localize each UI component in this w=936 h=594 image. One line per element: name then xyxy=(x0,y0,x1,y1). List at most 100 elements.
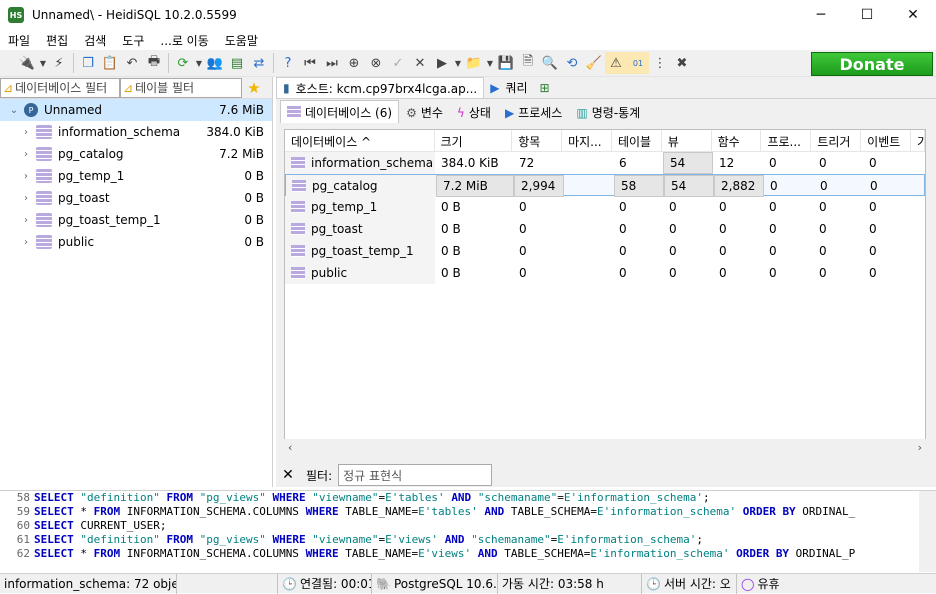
cancel-icon[interactable]: ✕ xyxy=(409,52,431,74)
open-folder-icon[interactable]: 📁 xyxy=(463,52,485,74)
table-row[interactable]: information_schema 384.0 KiB 72 6 54 12 0 0 0 xyxy=(285,152,925,174)
user-manager-icon[interactable]: 👥 xyxy=(204,52,226,74)
tree-item-database[interactable]: › pg_toast 0 B xyxy=(0,187,272,209)
grid-cell[interactable]: 0 xyxy=(513,196,563,218)
grid-cell[interactable] xyxy=(563,152,613,174)
database-name-cell[interactable]: pg_toast xyxy=(285,218,435,240)
find-icon[interactable]: 🔍 xyxy=(539,52,561,74)
add-record-icon[interactable]: ⊕ xyxy=(343,52,365,74)
table-filter-input[interactable]: ⊿ 테이블 필터 xyxy=(120,77,242,98)
grid-cell[interactable] xyxy=(563,240,613,262)
grid-cell[interactable]: 0 xyxy=(613,262,663,284)
tree-item-database[interactable]: › pg_temp_1 0 B xyxy=(0,165,272,187)
grid-cell[interactable]: 2,994 xyxy=(514,175,564,197)
grid-cell[interactable]: 0 xyxy=(764,175,814,197)
grid-cell[interactable]: 0 xyxy=(663,218,713,240)
grid-cell[interactable]: 0 xyxy=(663,262,713,284)
tree-item-server[interactable]: ⌄ P Unnamed 7.6 MiB xyxy=(0,99,272,121)
copy-icon[interactable]: ❐ xyxy=(77,52,99,74)
grid-cell[interactable]: 0 xyxy=(763,152,813,174)
grid-cell[interactable]: 12 xyxy=(713,152,763,174)
column-header[interactable]: 항목 xyxy=(512,130,563,152)
grid-cell[interactable] xyxy=(563,196,613,218)
menu-edit[interactable]: 편집 xyxy=(38,32,76,49)
column-header[interactable]: 프로... xyxy=(761,130,812,152)
last-record-icon[interactable]: ⏭ xyxy=(321,52,343,74)
expand-icon[interactable]: › xyxy=(20,127,32,138)
grid-cell[interactable]: 0 xyxy=(763,262,813,284)
tree-item-database[interactable]: › public 0 B xyxy=(0,231,272,253)
horizontal-scrollbar[interactable]: ‹ › xyxy=(284,439,926,455)
grid-cell[interactable]: 0 B xyxy=(435,240,513,262)
tree-item-database[interactable]: › information_schema 384.0 KiB xyxy=(0,121,272,143)
column-header[interactable]: 크기 xyxy=(435,130,513,152)
column-header[interactable]: 이벤트 xyxy=(861,130,911,152)
maximize-button[interactable]: ☐ xyxy=(844,0,890,30)
table-row[interactable]: pg_temp_1 0 B0000000 xyxy=(285,196,925,218)
grid-cell[interactable]: 0 xyxy=(763,218,813,240)
more-icon[interactable]: ⋮ xyxy=(649,52,671,74)
tree-item-database[interactable]: › pg_catalog 7.2 MiB xyxy=(0,143,272,165)
table-row[interactable]: pg_toast 0 B0000000 xyxy=(285,218,925,240)
save-as-icon[interactable]: 🗎 xyxy=(517,52,539,74)
grid-cell[interactable]: 0 xyxy=(613,218,663,240)
dropdown-arrow-icon[interactable]: ▼ xyxy=(485,52,495,74)
column-header[interactable]: 함수 xyxy=(712,130,762,152)
grid-cell[interactable]: 0 xyxy=(864,175,914,197)
grid-cell[interactable]: 0 xyxy=(763,196,813,218)
grid-cell[interactable]: 0 xyxy=(813,240,863,262)
session-manager-icon[interactable]: 🔌 xyxy=(16,52,38,74)
database-name-cell[interactable]: pg_catalog xyxy=(286,175,436,197)
tab-status[interactable]: ϟ 상태 xyxy=(450,102,498,123)
grid-cell[interactable]: 0 B xyxy=(435,196,513,218)
column-header[interactable]: 뷰 xyxy=(662,130,712,152)
scroll-left-icon[interactable]: ‹ xyxy=(288,441,292,454)
grid-cell[interactable]: 0 xyxy=(513,218,563,240)
grid-cell[interactable]: 0 xyxy=(713,218,763,240)
tab-processes[interactable]: ▶ 프로세스 xyxy=(498,102,569,123)
column-header[interactable]: 트리거 xyxy=(811,130,862,152)
clean-icon[interactable]: 🧹 xyxy=(583,52,605,74)
binary-icon[interactable]: 01 xyxy=(627,52,649,74)
grid-cell[interactable]: 0 xyxy=(863,196,913,218)
execute-icon[interactable]: ▶ xyxy=(431,52,453,74)
tab-host[interactable]: ▮ 호스트: kcm.cp97brx4lcga.ap... xyxy=(276,77,485,98)
database-filter-input[interactable]: ⊿ 데이터베이스 필터 xyxy=(0,77,120,98)
replace-icon[interactable]: ⟲ xyxy=(561,52,583,74)
tree-item-database[interactable]: › pg_toast_temp_1 0 B xyxy=(0,209,272,231)
grid-cell[interactable]: 72 xyxy=(513,152,563,174)
column-header[interactable]: 마지... xyxy=(562,130,612,152)
scroll-right-icon[interactable]: › xyxy=(918,441,922,454)
menu-file[interactable]: 파일 xyxy=(0,32,38,49)
sql-log[interactable]: 58 SELECT "definition" FROM "pg_views" WH… xyxy=(0,490,936,572)
grid-cell[interactable]: 0 xyxy=(863,240,913,262)
close-toolbar-icon[interactable]: ✖ xyxy=(671,52,693,74)
column-header[interactable]: 데이터베이스 ^ xyxy=(285,130,435,152)
grid-cell[interactable]: 7.2 MiB xyxy=(436,175,514,197)
grid-cell[interactable]: 58 xyxy=(614,175,664,197)
grid-cell[interactable]: 0 xyxy=(513,240,563,262)
grid-cell[interactable]: 0 xyxy=(813,262,863,284)
disconnect-icon[interactable]: ⚡ xyxy=(48,52,70,74)
close-button[interactable]: ✕ xyxy=(890,0,936,30)
undo-icon[interactable]: ↶ xyxy=(121,52,143,74)
dropdown-arrow-icon[interactable]: ▼ xyxy=(194,52,204,74)
grid-cell[interactable]: 0 xyxy=(713,196,763,218)
new-query-tab-button[interactable]: ⊞ xyxy=(533,77,556,98)
table-row[interactable]: public 0 B0000000 xyxy=(285,262,925,284)
favorite-star-icon[interactable]: ★ xyxy=(242,79,266,97)
help-icon[interactable]: ? xyxy=(277,52,299,74)
grid-cell[interactable]: 0 xyxy=(863,262,913,284)
grid-cell[interactable]: 0 xyxy=(663,240,713,262)
expand-icon[interactable]: › xyxy=(20,215,32,226)
grid-cell[interactable]: 0 xyxy=(863,152,913,174)
grid-cell[interactable]: 54 xyxy=(664,175,714,197)
grid-cell[interactable] xyxy=(563,262,613,284)
grid-cell[interactable]: 0 xyxy=(513,262,563,284)
grid-cell[interactable]: 6 xyxy=(613,152,663,174)
expand-icon[interactable]: › xyxy=(20,149,32,160)
grid-cell[interactable]: 0 xyxy=(663,196,713,218)
donate-button[interactable]: Donate xyxy=(811,52,933,76)
grid-cell[interactable]: 0 xyxy=(713,262,763,284)
regex-filter-input[interactable]: 정규 표현식 xyxy=(338,464,493,486)
